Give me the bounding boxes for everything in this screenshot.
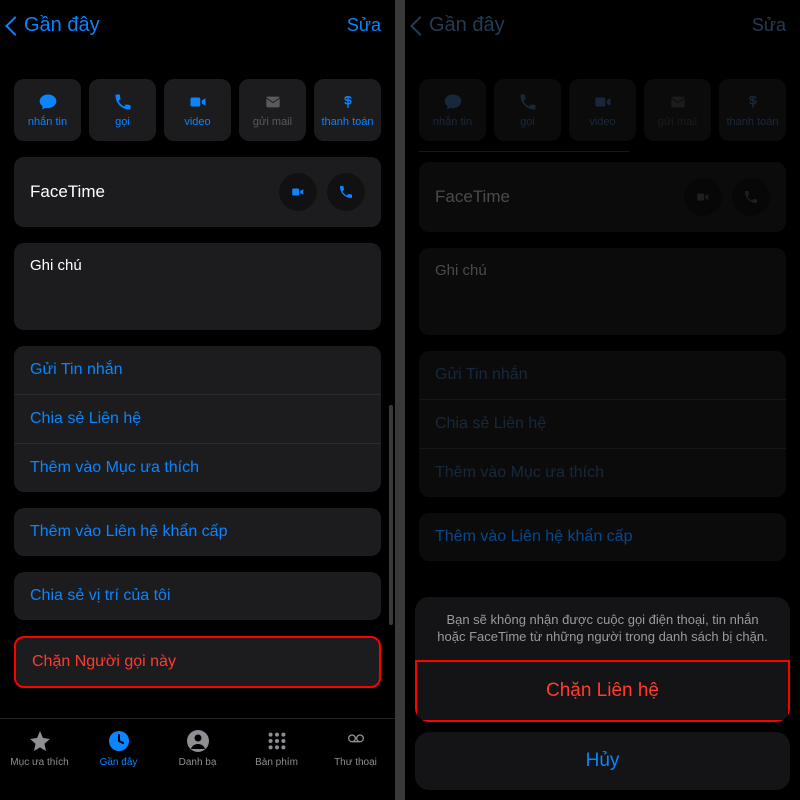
- nav-bar: Gần đây Sửa: [0, 0, 395, 55]
- phone-icon: [517, 92, 539, 112]
- send-message-cell[interactable]: Gửi Tin nhắn: [14, 346, 381, 394]
- add-emergency-cell[interactable]: Thêm vào Liên hệ khẩn cấp: [14, 508, 381, 556]
- notes-label: Ghi chú: [419, 248, 786, 335]
- person-icon: [185, 729, 211, 753]
- facetime-label: FaceTime: [435, 187, 674, 207]
- dollar-icon: [337, 92, 359, 112]
- tab-recents-label: Gần đây: [100, 757, 138, 768]
- scroll-indicator[interactable]: [389, 405, 393, 625]
- facetime-card: FaceTime: [419, 162, 786, 232]
- emergency-group: Thêm vào Liên hệ khẩn cấp: [14, 508, 381, 556]
- tab-favorites[interactable]: Mục ưa thích: [0, 729, 79, 768]
- video-icon: [592, 92, 614, 112]
- tab-bar: Mục ưa thích Gần đây Danh bạ Bàn phím Th…: [0, 718, 395, 800]
- notes-label: Ghi chú: [14, 243, 381, 330]
- pay-button[interactable]: thanh toán: [314, 79, 381, 141]
- action-sheet: Bạn sẽ không nhận được cuộc gọi điện tho…: [415, 597, 790, 790]
- video-button: video: [569, 79, 636, 141]
- clock-icon: [106, 729, 132, 753]
- keypad-icon: [264, 729, 290, 753]
- share-contact-cell[interactable]: Chia sẻ Liên hệ: [14, 394, 381, 443]
- message-button[interactable]: nhắn tin: [14, 79, 81, 141]
- tab-voicemail[interactable]: Thư thoại: [316, 729, 395, 768]
- voicemail-icon: [343, 729, 369, 753]
- screenshot-contact-card: Gần đây Sửa nhắn tin gọi video gửi mail: [0, 0, 395, 800]
- message-label: nhắn tin: [28, 116, 67, 128]
- back-label: Gần đây: [24, 14, 100, 37]
- tab-contacts-label: Danh bạ: [179, 757, 217, 768]
- facetime-video-button[interactable]: [279, 173, 317, 211]
- notes-card: Ghi chú: [419, 248, 786, 335]
- block-group: Chặn Người gọi này: [14, 636, 381, 688]
- tab-contacts[interactable]: Danh bạ: [158, 729, 237, 768]
- cancel-button[interactable]: Hủy: [415, 732, 790, 790]
- dollar-icon: [742, 92, 764, 112]
- facetime-card: FaceTime: [14, 157, 381, 227]
- back-button: Gần đây: [413, 14, 505, 37]
- quick-actions: nhắn tin gọi video gửi mail thanh toán: [14, 79, 381, 141]
- tab-recents[interactable]: Gần đây: [79, 729, 158, 768]
- back-label: Gần đây: [429, 14, 505, 37]
- send-message-cell: Gửi Tin nhắn: [419, 351, 786, 399]
- message-button: nhắn tin: [419, 79, 486, 141]
- facetime-audio-button: [732, 178, 770, 216]
- tab-favorites-label: Mục ưa thích: [10, 757, 68, 768]
- location-group: Chia sẻ vị trí của tôi: [14, 572, 381, 620]
- quick-actions: nhắn tin gọi video gửi mail thanh toán: [419, 79, 786, 141]
- add-emergency-cell: Thêm vào Liên hệ khẩn cấp: [419, 513, 786, 561]
- mail-icon: [667, 92, 689, 112]
- pay-button: thanh toán: [719, 79, 786, 141]
- facetime-audio-button[interactable]: [327, 173, 365, 211]
- video-icon: [187, 92, 209, 112]
- add-favorite-cell: Thêm vào Mục ưa thích: [419, 448, 786, 497]
- facetime-video-button: [684, 178, 722, 216]
- mail-label: gửi mail: [253, 116, 292, 128]
- tab-voicemail-label: Thư thoại: [334, 757, 377, 768]
- share-location-cell[interactable]: Chia sẻ vị trí của tôi: [14, 572, 381, 620]
- share-contact-cell: Chia sẻ Liên hệ: [419, 399, 786, 448]
- call-label: gọi: [115, 116, 130, 128]
- edit-button[interactable]: Sửa: [347, 15, 381, 36]
- facetime-label: FaceTime: [30, 182, 269, 202]
- tab-keypad-label: Bàn phím: [255, 757, 298, 768]
- add-favorite-cell[interactable]: Thêm vào Mục ưa thích: [14, 443, 381, 492]
- phone-icon: [112, 92, 134, 112]
- pay-label: thanh toán: [322, 116, 374, 128]
- divider: [419, 151, 629, 152]
- screenshot-block-confirm: Gần đây Sửa nhắn tin gọi video gửi mail …: [405, 0, 800, 800]
- block-contact-button[interactable]: Chặn Liên hệ: [415, 660, 790, 722]
- tab-keypad[interactable]: Bàn phím: [237, 729, 316, 768]
- notes-card[interactable]: Ghi chú: [14, 243, 381, 330]
- nav-bar: Gần đây Sửa: [405, 0, 800, 55]
- mail-icon: [262, 92, 284, 112]
- call-button[interactable]: gọi: [89, 79, 156, 141]
- emergency-group: Thêm vào Liên hệ khẩn cấp: [419, 513, 786, 561]
- actions-group-1: Gửi Tin nhắn Chia sẻ Liên hệ Thêm vào Mụ…: [14, 346, 381, 492]
- sheet-description: Bạn sẽ không nhận được cuộc gọi điện tho…: [415, 597, 790, 660]
- back-button[interactable]: Gần đây: [8, 14, 100, 37]
- actions-group-1: Gửi Tin nhắn Chia sẻ Liên hệ Thêm vào Mụ…: [419, 351, 786, 497]
- star-icon: [27, 729, 53, 753]
- video-label: video: [184, 116, 210, 128]
- mail-button: gửi mail: [644, 79, 711, 141]
- block-caller-cell[interactable]: Chặn Người gọi này: [16, 638, 379, 686]
- chevron-left-icon: [5, 16, 25, 36]
- chevron-left-icon: [410, 16, 430, 36]
- message-icon: [37, 92, 59, 112]
- edit-button: Sửa: [752, 15, 786, 36]
- message-icon: [442, 92, 464, 112]
- call-button: gọi: [494, 79, 561, 141]
- mail-button: gửi mail: [239, 79, 306, 141]
- video-button[interactable]: video: [164, 79, 231, 141]
